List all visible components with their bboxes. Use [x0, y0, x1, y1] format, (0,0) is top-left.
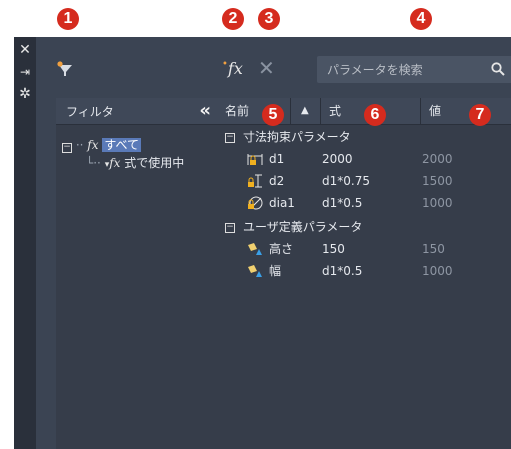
parameter-value: 2000 — [422, 152, 453, 166]
fx-icon: fx — [87, 138, 99, 152]
parameter-expression[interactable]: 2000 — [322, 148, 353, 170]
parameter-name: d1 — [269, 152, 285, 166]
table-row[interactable]: dia1 d1*0.5 1000 — [217, 192, 511, 214]
collapse-toggle-icon[interactable]: − — [225, 133, 235, 143]
fx-label: fx — [227, 59, 243, 78]
parameter-value: 1500 — [422, 174, 453, 188]
parameter-value: 1000 — [422, 264, 453, 278]
parameters-manager-panel: ✕ ⇥ ✲ •fx ✕ フィルタ « − ·· fx すべて — [14, 37, 511, 449]
new-parameter-icon[interactable]: •fx — [222, 59, 243, 78]
screenshot-root: { "callouts": ["1","2","3","4","5","6","… — [0, 0, 511, 449]
parameter-expression[interactable]: d1*0.75 — [322, 170, 370, 192]
tree-connector: └·· — [86, 156, 101, 170]
filter-item-label: すべて — [102, 138, 142, 152]
parameter-grid: 名前 ▲ 式 値 − 寸法拘束パラメータ d1 2000 2000 d2 d1*… — [217, 98, 511, 449]
auto-hide-icon[interactable]: ⇥ — [17, 64, 33, 80]
callout-2: 2 — [222, 8, 244, 30]
palette-titlebar: ✕ ⇥ ✲ — [14, 37, 36, 449]
parameter-expression[interactable]: d1*0.5 — [322, 192, 362, 214]
table-row[interactable]: d1 2000 2000 — [217, 148, 511, 170]
parameter-expression[interactable]: d1*0.5 — [322, 260, 362, 282]
callout-1: 1 — [57, 8, 79, 30]
filter-pane: フィルタ « − ·· fx すべて └·· ▾fx 式で使用中 — [56, 98, 218, 449]
collapse-filter-button[interactable]: « — [199, 100, 211, 121]
callout-4: 4 — [410, 8, 432, 30]
user-parameter-icon — [248, 243, 262, 255]
parameter-name: 高さ — [269, 242, 294, 256]
fx-icon: fx — [109, 156, 121, 170]
group-row-user-parameters[interactable]: − ユーザ定義パラメータ — [217, 216, 511, 238]
callout-3: 3 — [258, 8, 280, 30]
filter-header: フィルタ « — [56, 98, 217, 125]
filter-header-label: フィルタ — [66, 105, 114, 119]
parameter-value: 1000 — [422, 196, 453, 210]
table-row[interactable]: d2 d1*0.75 1500 — [217, 170, 511, 192]
diameter-dimension-icon — [248, 196, 263, 210]
parameter-value: 150 — [422, 242, 445, 256]
column-name-label: 名前 — [225, 104, 250, 118]
parameter-name: d2 — [269, 174, 285, 188]
filter-icon[interactable] — [56, 61, 74, 77]
search-icon[interactable] — [491, 62, 505, 76]
delete-parameter-icon[interactable]: ✕ — [258, 56, 275, 80]
vertical-dimension-icon — [248, 174, 262, 188]
column-header-value[interactable]: 値 — [421, 98, 511, 124]
toolbar: •fx ✕ — [36, 37, 511, 97]
settings-icon[interactable]: ✲ — [17, 86, 33, 102]
group-row-dimensional-constraints[interactable]: − 寸法拘束パラメータ — [217, 126, 511, 148]
tree-connector: ·· — [75, 138, 84, 152]
table-row[interactable]: 幅 d1*0.5 1000 — [217, 260, 511, 282]
parameter-expression[interactable]: 150 — [322, 238, 345, 260]
parameter-name: 幅 — [269, 264, 282, 278]
search-input[interactable] — [325, 60, 489, 80]
column-value-label: 値 — [429, 104, 442, 118]
callout-7: 7 — [469, 104, 491, 126]
close-icon[interactable]: ✕ — [17, 42, 33, 58]
group-label: 寸法拘束パラメータ — [243, 130, 351, 144]
sort-arrow: ▲ — [301, 105, 309, 116]
callout-5: 5 — [262, 104, 284, 126]
table-row[interactable]: 高さ 150 150 — [217, 238, 511, 260]
user-parameter-icon — [248, 265, 262, 277]
search-box — [317, 56, 511, 83]
parameter-name: dia1 — [269, 196, 295, 210]
linear-dimension-icon — [247, 154, 263, 165]
column-expression-label: 式 — [329, 104, 342, 118]
filter-item-all[interactable]: − ·· fx すべて — [62, 136, 142, 154]
collapse-toggle-icon[interactable]: − — [62, 143, 72, 153]
group-label: ユーザ定義パラメータ — [243, 220, 363, 234]
filter-item-label: 式で使用中 — [124, 156, 185, 170]
collapse-toggle-icon[interactable]: − — [225, 223, 235, 233]
callout-6: 6 — [364, 104, 386, 126]
filter-item-used-in-expressions[interactable]: └·· ▾fx 式で使用中 — [86, 154, 184, 172]
sort-ascending-icon[interactable]: ▲ — [291, 98, 321, 124]
